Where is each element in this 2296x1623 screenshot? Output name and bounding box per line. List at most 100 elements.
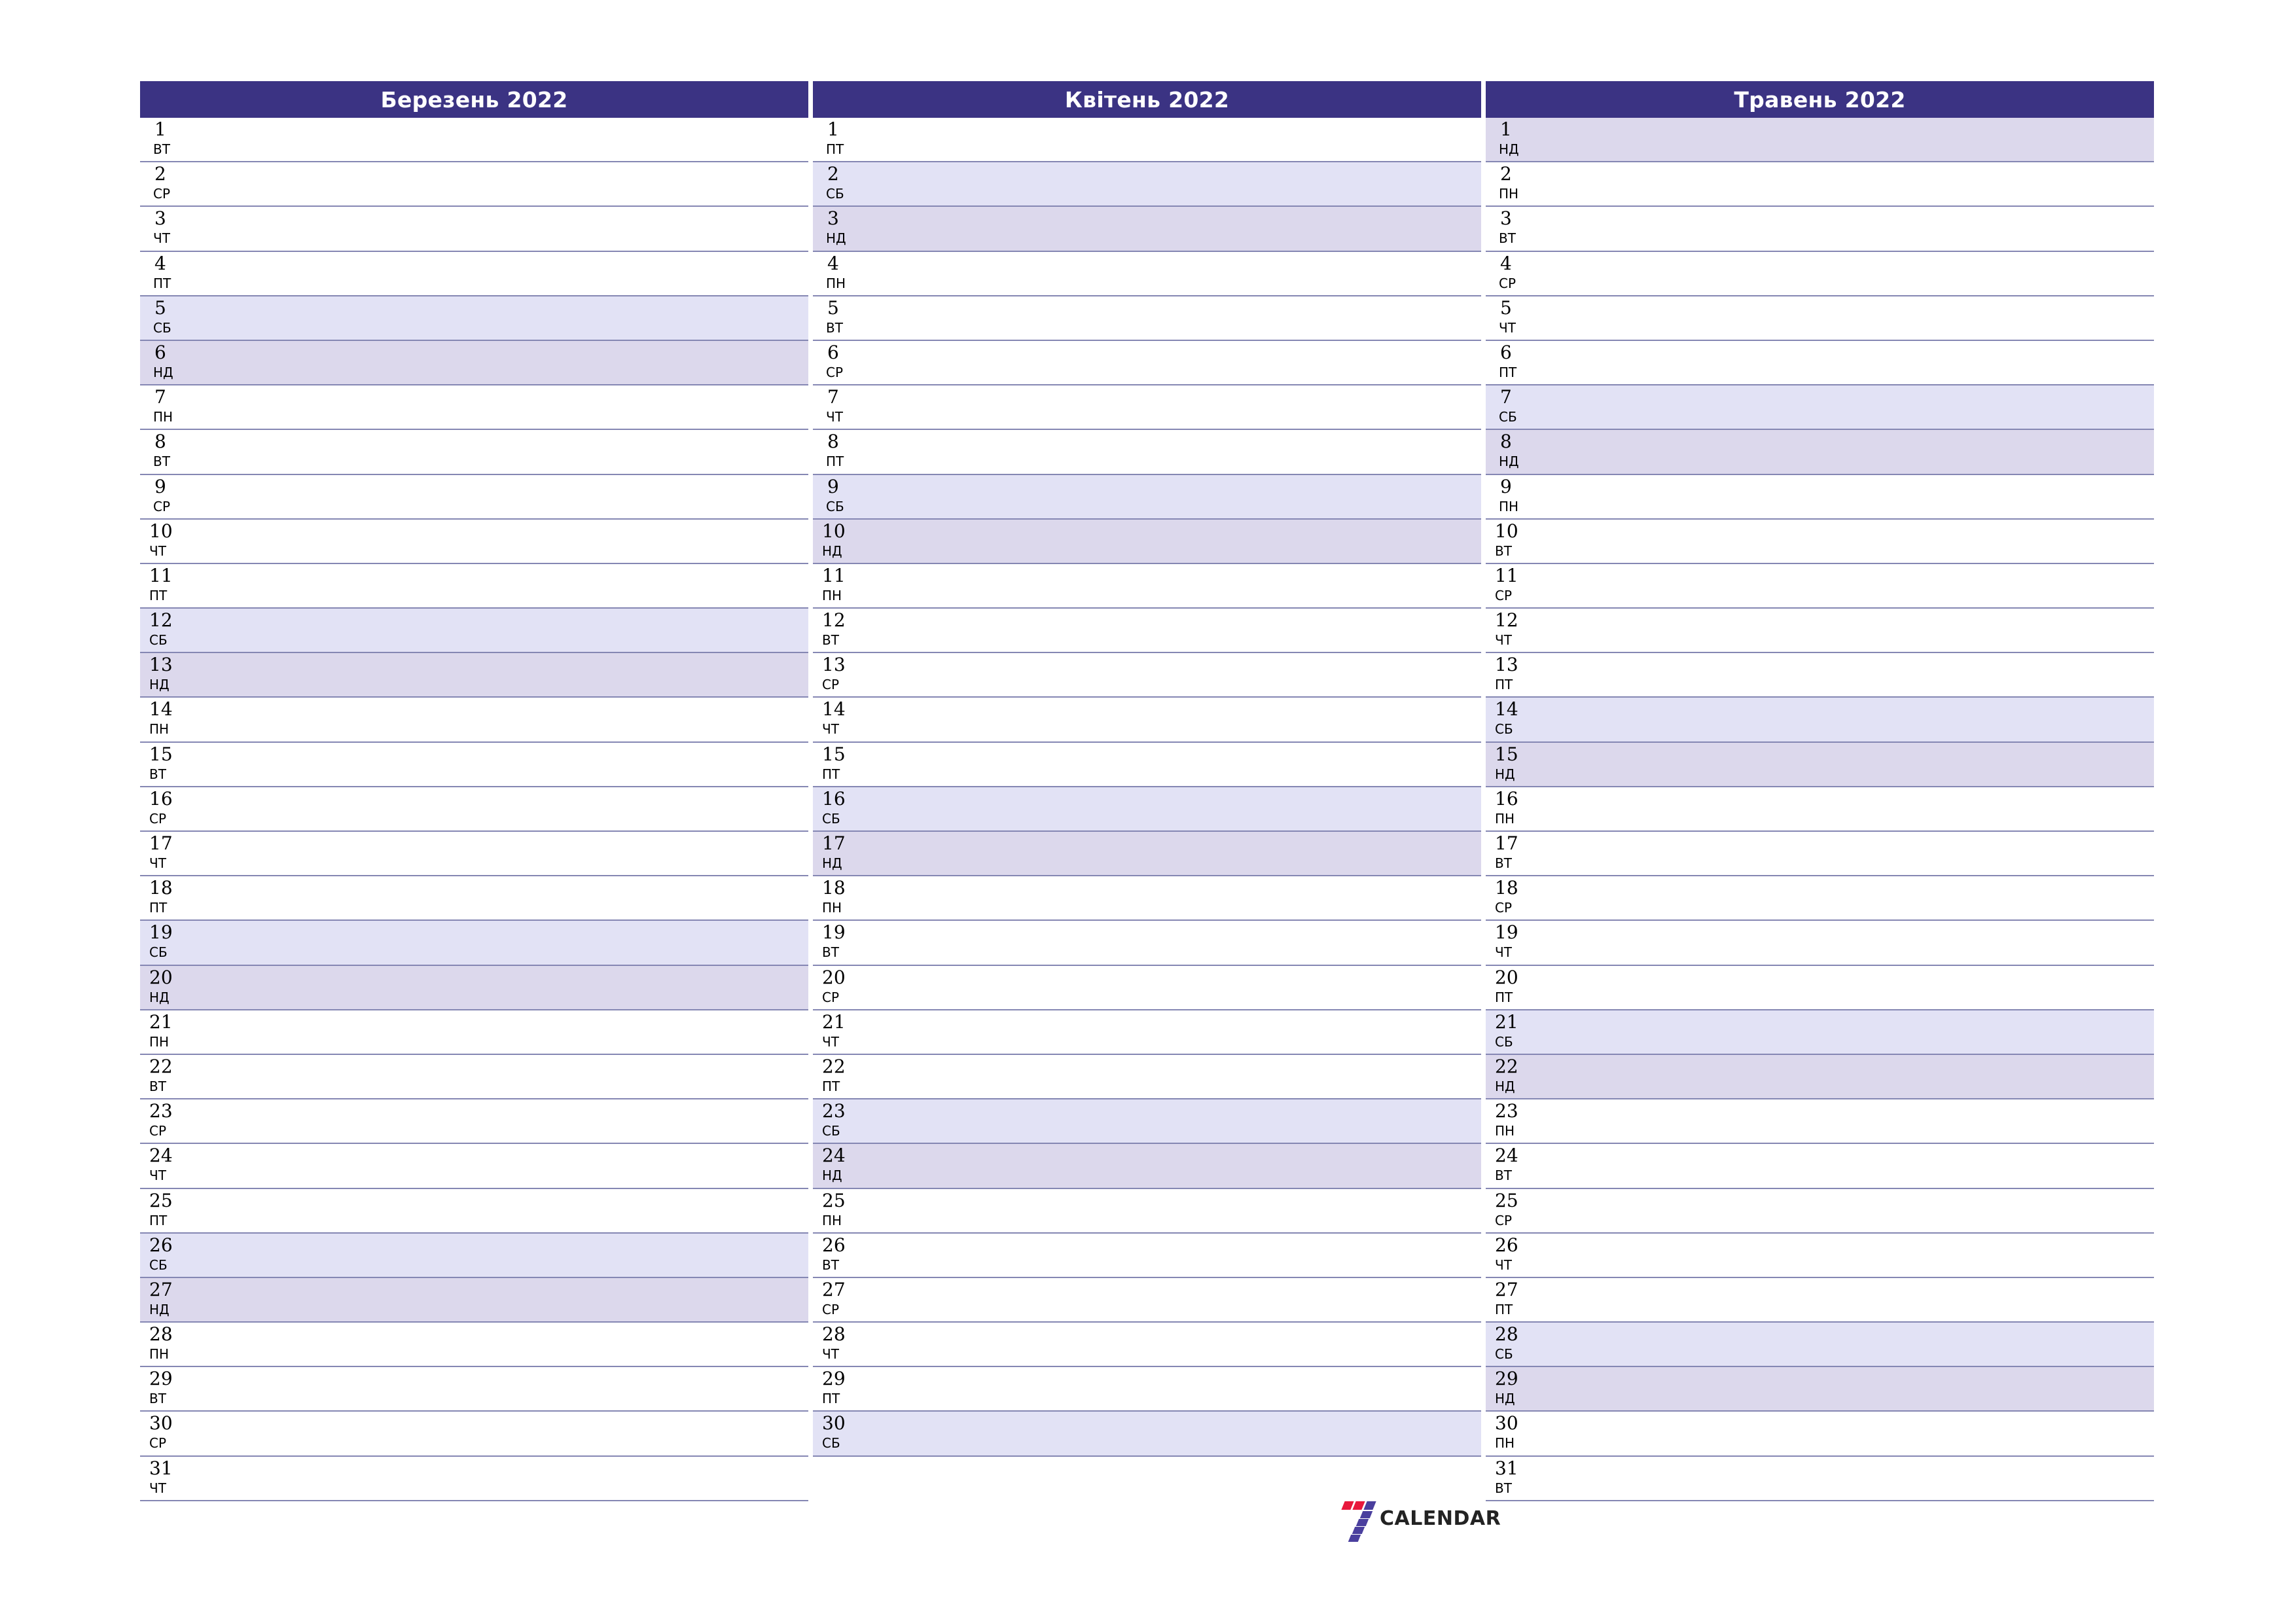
day-note-area[interactable] (1564, 296, 2154, 340)
day-note-area[interactable] (219, 876, 808, 919)
day-note-area[interactable] (219, 1234, 808, 1277)
day-note-area[interactable] (219, 1323, 808, 1366)
day-note-area[interactable] (219, 609, 808, 652)
day-row[interactable]: 7 ЧТ (813, 385, 1481, 431)
day-row[interactable]: 28 ПН (140, 1323, 808, 1368)
day-note-area[interactable] (219, 1010, 808, 1054)
day-row[interactable]: 21 СБ (1486, 1010, 2154, 1055)
day-note-area[interactable] (1564, 1055, 2154, 1098)
day-row[interactable]: 20 ПТ (1486, 965, 2154, 1010)
day-row[interactable]: 24 ЧТ (140, 1144, 808, 1189)
day-row[interactable]: 6 СР (813, 340, 1481, 386)
day-row[interactable]: 5 СБ (140, 296, 808, 341)
day-row[interactable]: 3 ЧТ (140, 207, 808, 252)
day-note-area[interactable] (891, 1099, 1481, 1143)
day-row[interactable]: 28 ЧТ (813, 1323, 1481, 1368)
day-note-area[interactable] (891, 1189, 1481, 1232)
day-note-area[interactable] (891, 787, 1481, 830)
day-note-area[interactable] (1564, 609, 2154, 652)
day-row[interactable]: 17 ВТ (1486, 832, 2154, 877)
day-row[interactable]: 1 НД (1486, 118, 2154, 163)
day-note-area[interactable] (891, 653, 1481, 696)
day-row[interactable]: 30 ПН (1486, 1412, 2154, 1457)
day-note-area[interactable] (1564, 1189, 2154, 1232)
day-note-area[interactable] (219, 653, 808, 696)
day-row[interactable]: 27 НД (140, 1277, 808, 1323)
day-note-area[interactable] (219, 787, 808, 830)
day-note-area[interactable] (1564, 832, 2154, 875)
day-row[interactable]: 13 НД (140, 653, 808, 698)
day-note-area[interactable] (219, 1099, 808, 1143)
day-note-area[interactable] (219, 162, 808, 205)
day-note-area[interactable] (891, 475, 1481, 518)
day-row[interactable]: 5 ЧТ (1486, 296, 2154, 341)
day-row[interactable]: 21 ЧТ (813, 1010, 1481, 1055)
day-row[interactable]: 26 СБ (140, 1233, 808, 1278)
day-note-area[interactable] (1564, 252, 2154, 295)
day-row[interactable]: 9 ПН (1486, 474, 2154, 520)
day-note-area[interactable] (219, 832, 808, 875)
day-row[interactable]: 14 ЧТ (813, 698, 1481, 743)
day-row[interactable]: 25 ПТ (140, 1188, 808, 1234)
day-note-area[interactable] (219, 1457, 808, 1500)
day-note-area[interactable] (1564, 787, 2154, 830)
day-row[interactable]: 18 ПН (813, 876, 1481, 921)
day-row[interactable]: 13 ПТ (1486, 653, 2154, 698)
day-note-area[interactable] (1564, 698, 2154, 741)
day-row[interactable]: 26 ЧТ (1486, 1233, 2154, 1278)
day-row[interactable]: 1 ВТ (140, 118, 808, 163)
day-row[interactable]: 20 НД (140, 965, 808, 1010)
day-note-area[interactable] (219, 1367, 808, 1410)
day-row[interactable]: 6 ПТ (1486, 340, 2154, 386)
day-row[interactable]: 25 ПН (813, 1188, 1481, 1234)
day-note-area[interactable] (1564, 475, 2154, 518)
day-row[interactable]: 12 ЧТ (1486, 609, 2154, 654)
day-note-area[interactable] (1564, 162, 2154, 205)
day-note-area[interactable] (1564, 1323, 2154, 1366)
day-note-area[interactable] (891, 921, 1481, 964)
day-row[interactable]: 16 СБ (813, 787, 1481, 832)
day-row[interactable]: 21 ПН (140, 1010, 808, 1055)
day-row[interactable]: 8 ПТ (813, 430, 1481, 475)
day-row[interactable]: 18 ПТ (140, 876, 808, 921)
day-note-area[interactable] (891, 207, 1481, 250)
day-note-area[interactable] (1564, 1234, 2154, 1277)
day-row[interactable]: 10 НД (813, 519, 1481, 564)
day-row[interactable]: 22 ВТ (140, 1054, 808, 1100)
day-note-area[interactable] (1564, 430, 2154, 473)
day-note-area[interactable] (1564, 1010, 2154, 1054)
day-note-area[interactable] (891, 609, 1481, 652)
day-note-area[interactable] (219, 966, 808, 1009)
day-row[interactable]: 19 ЧТ (1486, 921, 2154, 966)
day-row[interactable]: 11 ПН (813, 563, 1481, 609)
day-note-area[interactable] (891, 430, 1481, 473)
day-row[interactable]: 19 ВТ (813, 921, 1481, 966)
day-note-area[interactable] (1564, 1412, 2154, 1455)
day-note-area[interactable] (1564, 876, 2154, 919)
day-row[interactable]: 7 СБ (1486, 385, 2154, 431)
day-note-area[interactable] (1564, 966, 2154, 1009)
day-row[interactable]: 12 СБ (140, 609, 808, 654)
day-row[interactable]: 31 ВТ (1486, 1456, 2154, 1501)
day-row[interactable]: 23 СР (140, 1099, 808, 1145)
day-note-area[interactable] (891, 385, 1481, 429)
day-note-area[interactable] (219, 475, 808, 518)
day-note-area[interactable] (891, 1412, 1481, 1455)
day-row[interactable]: 29 ВТ (140, 1367, 808, 1412)
day-row[interactable]: 14 ПН (140, 698, 808, 743)
day-row[interactable]: 3 ВТ (1486, 207, 2154, 252)
day-row[interactable]: 17 НД (813, 832, 1481, 877)
day-row[interactable]: 29 НД (1486, 1367, 2154, 1412)
day-note-area[interactable] (1564, 1457, 2154, 1500)
day-note-area[interactable] (891, 743, 1481, 786)
day-note-area[interactable] (1564, 520, 2154, 563)
day-row[interactable]: 2 СБ (813, 162, 1481, 207)
day-row[interactable]: 1 ПТ (813, 118, 1481, 163)
day-row[interactable]: 2 ПН (1486, 162, 2154, 207)
day-row[interactable]: 6 НД (140, 340, 808, 386)
day-row[interactable]: 31 ЧТ (140, 1456, 808, 1501)
day-row[interactable]: 2 СР (140, 162, 808, 207)
day-note-area[interactable] (891, 1234, 1481, 1277)
day-note-area[interactable] (891, 698, 1481, 741)
day-note-area[interactable] (219, 698, 808, 741)
